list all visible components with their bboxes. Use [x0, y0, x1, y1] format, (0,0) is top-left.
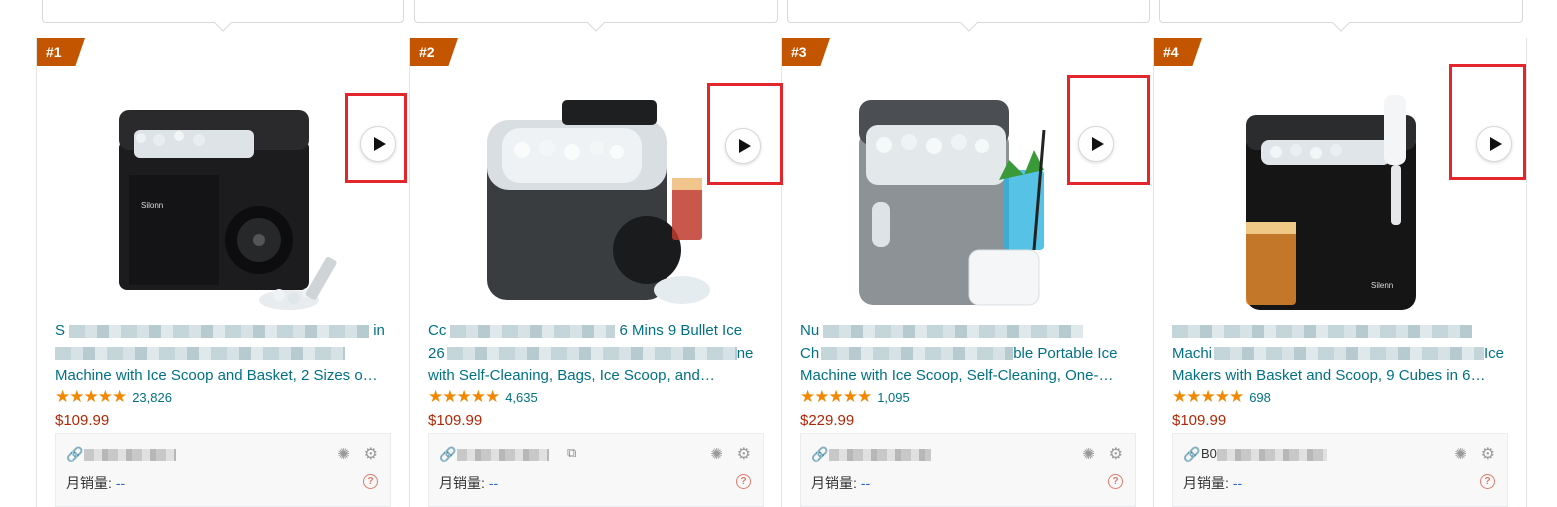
link-icon[interactable]: 🔗	[811, 446, 828, 463]
tooltip-stub-3	[787, 0, 1150, 32]
highlight-box-1	[345, 93, 407, 183]
plugin-info-panel: 🔗 ⧉ ✺ ⚙ 月销量: -- ?	[428, 433, 764, 507]
help-icon[interactable]: ?	[1480, 474, 1495, 489]
title-line-2: Machi	[1172, 344, 1213, 362]
title-line-1: Cc	[428, 322, 447, 339]
asin-text[interactable]	[829, 446, 931, 461]
product-title-link[interactable]: Machi Ice Makers with Basket and Scoop, 9…	[1172, 320, 1512, 388]
sales-label: 月销量:	[1183, 475, 1229, 491]
title-line-2-tail: ble Portable Ice	[1013, 344, 1118, 362]
help-icon[interactable]: ?	[363, 474, 378, 489]
monthly-sales: 月销量: --	[439, 473, 498, 493]
monthly-sales: 月销量: --	[66, 473, 125, 493]
loading-spinner-icon: ✺	[337, 446, 350, 463]
rank-badge: #3	[782, 38, 830, 66]
highlight-box-3	[1067, 75, 1150, 185]
plugin-info-panel: 🔗 ✺ ⚙ 月销量: -- ?	[55, 433, 391, 507]
title-line-2: 26	[428, 344, 445, 362]
asin-text[interactable]	[457, 446, 549, 461]
rank-badge: #1	[37, 38, 85, 66]
asin-text[interactable]: B0	[1201, 446, 1327, 461]
price: $109.99	[55, 412, 110, 429]
review-count[interactable]: 698	[1249, 390, 1271, 405]
help-icon[interactable]: ?	[1108, 474, 1123, 489]
svg-text:Silonn: Silonn	[141, 201, 163, 210]
title-line-2: Ch	[800, 344, 820, 362]
link-icon[interactable]: 🔗	[66, 446, 83, 463]
loading-spinner-icon: ✺	[710, 446, 723, 463]
star-icon: ★★★★★	[800, 387, 872, 406]
gear-icon[interactable]: ⚙	[364, 444, 378, 464]
star-icon: ★★★★★	[55, 387, 127, 406]
sales-value: --	[860, 475, 871, 491]
svg-text:Silenn: Silenn	[1371, 281, 1393, 290]
plugin-info-panel: 🔗 ✺ ⚙ 月销量: -- ?	[800, 433, 1136, 507]
help-icon[interactable]: ?	[736, 474, 751, 489]
sales-label: 月销量:	[811, 475, 857, 491]
price: $229.99	[800, 412, 855, 429]
rating[interactable]: ★★★★★ 4,635	[428, 388, 538, 406]
highlight-box-2	[707, 83, 783, 185]
link-icon[interactable]: 🔗	[1183, 446, 1200, 463]
product-image[interactable]	[834, 90, 1094, 316]
product-image[interactable]: Silenn	[1206, 90, 1466, 316]
rank-badge: #2	[410, 38, 458, 66]
title-line-1: Nu	[800, 322, 820, 339]
star-icon: ★★★★★	[1172, 387, 1244, 406]
highlight-box-4	[1449, 64, 1526, 180]
title-line-3: with Self-Cleaning, Bags, Ice Scoop, and…	[428, 367, 715, 384]
product-title-link[interactable]: Cc 6 Mins 9 Bullet Ice 26 ne with Self-Cl…	[428, 320, 768, 388]
price: $109.99	[1172, 412, 1227, 429]
monthly-sales: 月销量: --	[1183, 473, 1242, 493]
rating[interactable]: ★★★★★ 698	[1172, 388, 1271, 406]
review-count[interactable]: 4,635	[505, 390, 538, 405]
gear-icon[interactable]: ⚙	[1109, 444, 1123, 464]
rating[interactable]: ★★★★★ 1,095	[800, 388, 910, 406]
tooltip-stub-4	[1159, 0, 1523, 32]
loading-spinner-icon: ✺	[1454, 446, 1467, 463]
title-line-1-tail: in	[373, 322, 385, 339]
review-count[interactable]: 23,826	[132, 390, 172, 405]
product-title-link[interactable]: Nu Ch ble Portable Ice Machine with Ice S…	[800, 320, 1140, 388]
title-line-3: Makers with Basket and Scoop, 9 Cubes in…	[1172, 367, 1486, 384]
product-image[interactable]: Silonn	[89, 90, 349, 316]
loading-spinner-icon: ✺	[1082, 446, 1095, 463]
review-count[interactable]: 1,095	[877, 390, 910, 405]
sales-value: --	[488, 475, 499, 491]
sales-label: 月销量:	[66, 475, 112, 491]
price: $109.99	[428, 412, 483, 429]
title-line-3: Machine with Ice Scoop and Basket, 2 Siz…	[55, 367, 378, 384]
product-title-link[interactable]: S in Machine with Ice Scoop and Basket, …	[55, 320, 395, 388]
asin-text[interactable]	[84, 446, 176, 461]
gear-icon[interactable]: ⚙	[1481, 444, 1495, 464]
sales-label: 月销量:	[439, 475, 485, 491]
gear-icon[interactable]: ⚙	[737, 444, 751, 464]
star-icon: ★★★★★	[428, 387, 500, 406]
title-line-3: Machine with Ice Scoop, Self-Cleaning, O…	[800, 367, 1114, 384]
link-icon[interactable]: 🔗	[439, 446, 456, 463]
rank-badge: #4	[1154, 38, 1202, 66]
sales-value: --	[1232, 475, 1243, 491]
asin-prefix: B0	[1201, 446, 1217, 461]
monthly-sales: 月销量: --	[811, 473, 870, 493]
plugin-info-panel: 🔗 B0 ✺ ⚙ 月销量: -- ?	[1172, 433, 1508, 507]
rating[interactable]: ★★★★★ 23,826	[55, 388, 172, 406]
copy-icon[interactable]: ⧉	[567, 445, 576, 461]
title-line-2-tail: Ice	[1484, 344, 1505, 362]
page-edge	[1535, 0, 1557, 507]
sales-value: --	[115, 475, 126, 491]
tooltip-stub-2	[414, 0, 778, 32]
product-image[interactable]	[462, 90, 722, 316]
title-line-1: S	[55, 322, 66, 339]
tooltip-stub-1	[42, 0, 404, 32]
title-line-1-tail: 6 Mins 9 Bullet Ice	[619, 322, 743, 339]
